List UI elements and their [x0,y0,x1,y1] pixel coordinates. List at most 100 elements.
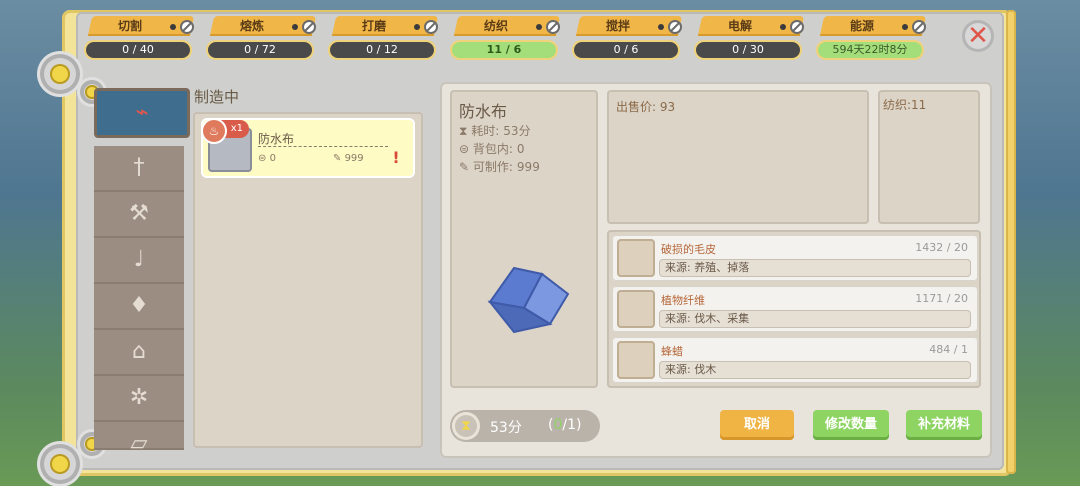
ban-icon[interactable] [302,20,316,34]
misc-icon: ▱ [130,431,148,456]
wrench-icon: ✎ [333,153,345,164]
bag-count: ⊜ 背包内: 0 [459,140,525,157]
tab-label: 切割 [117,19,142,33]
ban-icon[interactable] [668,20,682,34]
fiber-icon [617,290,655,328]
material-row[interactable]: 植物纤维 1171 / 20 来源: 伐木、采集 [612,286,978,332]
sidebar-item-furnace[interactable]: ⌂ [94,330,184,376]
tab-progress: 11 / 6 [452,42,556,58]
material-name: 植物纤维 [661,294,705,307]
wrench-icon: ✎ [459,160,473,174]
dot-icon [658,24,664,30]
material-source: 来源: 伐木、采集 [659,310,971,328]
time-cost: ⧗ 耗时: 53分 [459,122,531,139]
craft-value: 999 [516,160,540,174]
tab-progress: 0 / 40 [86,42,190,58]
bag-value: 0 [516,142,525,156]
hourglass-icon: ⧗ [452,412,480,440]
ban-icon[interactable] [790,20,804,34]
material-name: 蜂蜡 [661,345,683,358]
craftable-count: ✎ 可制作: 999 [459,158,540,175]
tab-grinding[interactable]: 打磨 0 / 12 [326,14,444,64]
tab-progress: 594天22时8分 [818,42,922,58]
tab-label: 搅拌 [605,19,630,33]
tab-smelting[interactable]: 熔炼 0 / 72 [204,14,322,64]
category-tabs: 切割 0 / 40 熔炼 0 / 72 打磨 0 / 12 纺织 11 / 6 … [82,14,942,64]
close-icon: ✕ [967,21,989,51]
craft-timer: ⧗ 53分 (0/1) [450,410,600,442]
sell-price: 出售价: 93 [616,98,675,115]
tab-label: 熔炼 [239,19,264,33]
pickaxe-icon: ⚒ [129,201,149,226]
sidebar-item-misc[interactable]: ▱ [94,422,184,456]
close-button[interactable]: ✕ [962,20,994,52]
tab-label: 纺织 [483,19,508,33]
time-value: 53分 [503,124,531,138]
sidebar-item-potion[interactable]: ♦ [94,284,184,330]
change-quantity-button[interactable]: 修改数量 [813,410,889,440]
bag-icon: ⊜ [459,142,473,156]
furnace-icon: ⌂ [132,339,146,364]
craft-label: 可制作: [472,160,513,174]
gear-icon: ✲ [129,385,149,410]
owned-count: ⊜ 0 [258,153,276,164]
tab-progress: 0 / 12 [330,42,434,58]
material-name: 破损的毛皮 [661,243,716,256]
sidebar-item-broom[interactable]: ⌁ [94,88,190,138]
bag-icon: ⊜ [258,153,270,164]
hourglass-icon: ⧗ [459,124,472,138]
sidebar-item-gear[interactable]: ✲ [94,376,184,422]
beeswax-icon [617,341,655,379]
refill-materials-button[interactable]: 补充材料 [906,410,982,440]
item-name: 防水布 [459,102,508,121]
queue-item-name: 防水布 [258,132,295,146]
dot-icon [780,24,786,30]
dot-icon [170,24,176,30]
timer-done: 0 [553,417,563,433]
tab-electrolysis[interactable]: 电解 0 / 30 [692,14,810,64]
category-sidebar: ⌁ † ⚒ ♩ ♦ ⌂ ✲ ▱ [94,88,190,456]
weave-level: 纺织:11 [883,96,926,113]
sell-value: 93 [659,100,676,114]
tarp-icon [487,266,570,334]
tab-progress: 0 / 30 [696,42,800,58]
divider [258,146,388,147]
dot-icon [292,24,298,30]
ban-icon[interactable] [912,20,926,34]
weave-value: 11 [911,98,927,112]
cancel-button[interactable]: 取消 [720,410,794,440]
gear-decoration-icon [40,444,80,484]
time-label: 耗时: [471,124,500,138]
warning-icon[interactable]: ! [387,148,405,167]
tab-mixing[interactable]: 搅拌 0 / 6 [570,14,688,64]
tab-energy[interactable]: 能源 594天22时8分 [814,14,932,64]
section-title: 制造中 [194,88,240,106]
material-count: 1432 / 20 [915,241,968,254]
queue-item[interactable]: x1 ♨ 防水布 ⊜ 0 ✎ 999 ! [201,118,413,176]
material-row[interactable]: 蜂蜡 484 / 1 来源: 伐木 [612,337,978,383]
tab-progress: 0 / 6 [574,42,678,58]
owned-value: 0 [269,153,276,164]
material-row[interactable]: 破损的毛皮 1432 / 20 来源: 养殖、掉落 [612,235,978,281]
bag-label: 背包内: [472,142,513,156]
ban-icon[interactable] [546,20,560,34]
sidebar-item-knife[interactable]: † [94,146,184,192]
weave-label: 纺织: [883,98,912,112]
craftable-count: ✎ 999 [333,153,364,164]
ban-icon[interactable] [180,20,194,34]
timer-total: 1 [567,417,577,433]
dot-icon [902,24,908,30]
sidebar-item-hose[interactable]: ♩ [94,238,184,284]
ban-icon[interactable] [424,20,438,34]
edge-bar [1006,10,1016,474]
sidebar-item-pickaxe[interactable]: ⚒ [94,192,184,238]
tab-weaving[interactable]: 纺织 11 / 6 [448,14,566,64]
potion-icon: ♦ [129,293,149,318]
craftable-value: 999 [344,153,364,164]
broom-icon: ⌁ [135,100,149,125]
material-source: 来源: 伐木 [659,361,971,379]
sell-label: 出售价: [616,100,657,114]
material-source: 来源: 养殖、掉落 [659,259,971,277]
tab-cutting[interactable]: 切割 0 / 40 [82,14,200,64]
material-count: 484 / 1 [929,343,968,356]
